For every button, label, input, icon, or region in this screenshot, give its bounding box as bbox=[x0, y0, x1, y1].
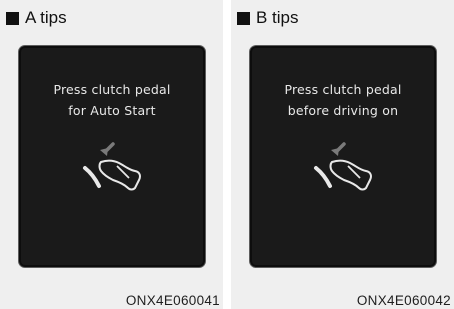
tips-panel-b: B tips Press clutch pedal before driving… bbox=[231, 0, 454, 309]
clutch-pedal-icon bbox=[314, 142, 372, 191]
message-line: for Auto Start bbox=[68, 103, 156, 118]
panel-title: B tips bbox=[237, 8, 299, 28]
panel-title-text: B tips bbox=[256, 8, 299, 27]
cluster-display: Press clutch pedal for Auto Start bbox=[18, 45, 206, 268]
message-line: Press clutch pedal bbox=[53, 82, 171, 97]
cluster-display: Press clutch pedal before driving on bbox=[249, 45, 437, 268]
black-square-icon bbox=[237, 11, 250, 25]
figure-code: ONX4E060041 bbox=[125, 293, 220, 308]
black-square-icon bbox=[6, 11, 19, 25]
panel-title: A tips bbox=[6, 8, 67, 28]
display-message: Press clutch pedal before driving on bbox=[250, 79, 436, 121]
message-line: before driving on bbox=[287, 103, 399, 118]
tips-panel-a: A tips Press clutch pedal for Auto Start… bbox=[0, 0, 223, 309]
display-message: Press clutch pedal for Auto Start bbox=[19, 79, 205, 121]
panel-title-text: A tips bbox=[25, 8, 67, 27]
message-line: Press clutch pedal bbox=[284, 82, 402, 97]
figure-code: ONX4E060042 bbox=[356, 293, 451, 308]
clutch-pedal-icon bbox=[83, 142, 141, 191]
